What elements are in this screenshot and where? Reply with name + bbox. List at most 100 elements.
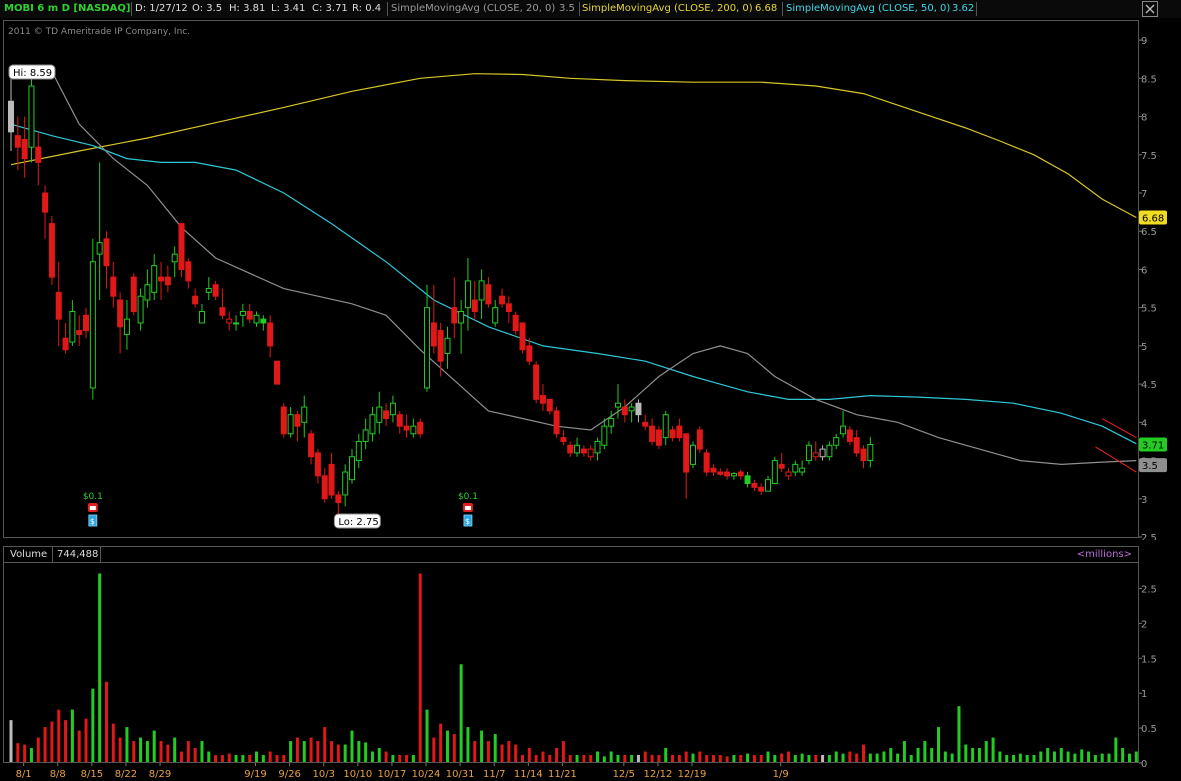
candle <box>42 185 49 239</box>
price-tick-label: 3 <box>1141 495 1147 506</box>
candle-body <box>785 471 792 477</box>
volume-bar <box>214 755 218 762</box>
candle-body <box>294 414 301 427</box>
candle-body <box>594 440 601 454</box>
volume-bar <box>998 751 1002 762</box>
price-tick-label: 6.5 <box>1141 227 1157 238</box>
volume-bar <box>186 741 190 762</box>
volume-bar <box>439 723 443 762</box>
volume-bar <box>64 720 68 762</box>
volume-bar <box>275 755 279 762</box>
volume-bar <box>220 755 224 762</box>
volume-bar <box>684 751 688 762</box>
date-tick-label: 10/3 <box>312 769 334 780</box>
volume-bar <box>705 755 709 762</box>
price-tick-label: 7.5 <box>1141 151 1157 162</box>
candle-body <box>212 284 219 297</box>
candle-body <box>198 310 205 324</box>
volume-bar <box>691 753 695 762</box>
volume-bar <box>848 751 852 762</box>
sma50-value: 3.62 <box>952 3 975 14</box>
candle-body <box>355 440 362 462</box>
candle <box>185 257 192 289</box>
dividend-icon: $ <box>463 514 473 527</box>
volume-bar <box>1087 751 1091 762</box>
candle <box>594 437 601 461</box>
range-label: R: 0.4 <box>352 3 382 14</box>
high-label: H: 3.81 <box>229 3 266 14</box>
trend-line-1 <box>1095 446 1137 473</box>
chart-header: MOBI 6 m D [NASDAQ] D: 1/27/12 O: 3.5 H:… <box>0 0 1181 18</box>
date-tick-label: 10/31 <box>446 769 475 780</box>
candle-body <box>260 318 267 324</box>
volume-bar <box>596 751 600 762</box>
volume-bar <box>541 751 545 762</box>
volume-bar <box>746 753 750 762</box>
candle <box>792 460 799 476</box>
volume-tick-label: 2 <box>1141 619 1147 630</box>
candle-body <box>117 299 124 328</box>
candle-body <box>574 444 581 454</box>
volume-bar <box>977 748 981 762</box>
volume-unit: <millions> <box>1076 549 1132 560</box>
candle <box>369 407 376 442</box>
candle-body <box>376 406 383 423</box>
volume-bar <box>534 755 538 762</box>
volume-bar <box>882 751 886 762</box>
candle-body <box>403 425 410 431</box>
volume-bar <box>70 709 74 762</box>
candle-body <box>744 475 751 484</box>
candle <box>717 468 724 476</box>
candle <box>703 449 710 476</box>
candle <box>819 445 826 461</box>
candle <box>505 296 512 323</box>
candle-body <box>778 463 785 469</box>
volume-bar <box>602 756 606 762</box>
volume-bar <box>473 741 477 762</box>
candle-body <box>580 448 587 454</box>
volume-bar <box>943 751 947 762</box>
candle <box>778 452 785 473</box>
candle <box>676 418 683 442</box>
volume-bar <box>1012 755 1016 762</box>
symbol-label[interactable]: MOBI 6 m D [NASDAQ] <box>4 0 130 18</box>
candle <box>110 261 117 308</box>
candle <box>635 399 642 423</box>
volume-bar <box>43 727 47 762</box>
sma20-label[interactable]: SimpleMovingAvg (CLOSE, 20, 0) <box>391 0 555 18</box>
date-tick-label: 10/10 <box>343 769 372 780</box>
candle-body <box>267 322 274 347</box>
volume-bar <box>609 751 613 762</box>
date-tick-label: 11/14 <box>514 769 543 780</box>
volume-bar <box>902 741 906 762</box>
volume-bar <box>173 737 177 762</box>
volume-bar <box>1066 751 1070 762</box>
volume-bar <box>555 748 559 762</box>
candle-body <box>690 444 696 465</box>
sma50-label[interactable]: SimpleMovingAvg (CLOSE, 50, 0) <box>786 0 950 18</box>
candle-body <box>703 452 710 473</box>
price-chart: 2011 © TD Ameritrade IP Company, Inc. Hi:… <box>8 27 1137 529</box>
price-pane[interactable]: 2011 © TD Ameritrade IP Company, Inc. Hi:… <box>3 20 1139 538</box>
volume-bar <box>1121 748 1125 762</box>
volume-bar <box>418 573 422 762</box>
volume-pane[interactable] <box>3 563 1179 763</box>
candle <box>553 407 560 438</box>
volume-bar <box>159 741 163 762</box>
candle-body <box>130 276 137 312</box>
candle <box>376 391 383 434</box>
volume-bar <box>582 755 586 762</box>
candle-body <box>458 310 465 324</box>
volume-bar <box>445 730 449 762</box>
volume-bar <box>964 744 968 762</box>
candle <box>444 326 451 369</box>
candle <box>649 418 656 446</box>
candle <box>860 445 867 469</box>
close-chart-button[interactable] <box>1142 1 1158 17</box>
sma-line-1 <box>10 123 1137 445</box>
sma200-label[interactable]: SimpleMovingAvg (CLOSE, 200, 0) <box>582 0 753 18</box>
candle <box>737 469 744 480</box>
candle-body <box>799 467 806 473</box>
candle <box>478 269 485 320</box>
candle <box>35 131 42 186</box>
